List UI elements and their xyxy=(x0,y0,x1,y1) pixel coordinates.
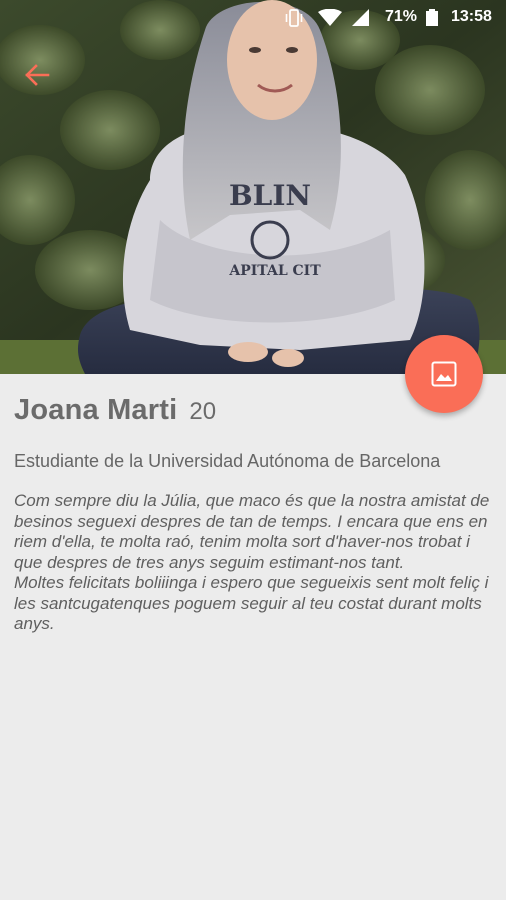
clock: 13:58 xyxy=(451,8,492,25)
profile-photo-image: BLIN APITAL CIT xyxy=(0,0,506,374)
profile-message: Com sempre diu la Júlia, que maco és que… xyxy=(14,491,490,633)
profile-name: Joana Marti xyxy=(14,394,178,426)
battery-percent: 71% xyxy=(385,8,418,25)
profile-university: Estudiante de la Universidad Autónoma de… xyxy=(14,451,441,471)
status-bar: 71% 13:58 xyxy=(0,0,506,36)
arrow-back-icon xyxy=(25,64,50,86)
vibrate-icon xyxy=(284,9,304,27)
back-button[interactable] xyxy=(20,58,54,92)
profile-screen: BLIN APITAL CIT 71% 13:58 Joana Marti 20… xyxy=(0,0,506,900)
battery-icon xyxy=(425,9,439,27)
profile-details: Joana Marti 20 Estudiante de la Universi… xyxy=(14,374,494,635)
profile-age: 20 xyxy=(189,398,217,425)
profile-photo: BLIN APITAL CIT xyxy=(0,0,506,374)
signal-icon xyxy=(352,9,370,27)
name-row: Joana Marti 20 xyxy=(14,394,394,427)
wifi-icon xyxy=(318,9,342,27)
svg-text:APITAL CIT: APITAL CIT xyxy=(228,263,321,279)
svg-text:BLIN: BLIN xyxy=(229,179,311,212)
